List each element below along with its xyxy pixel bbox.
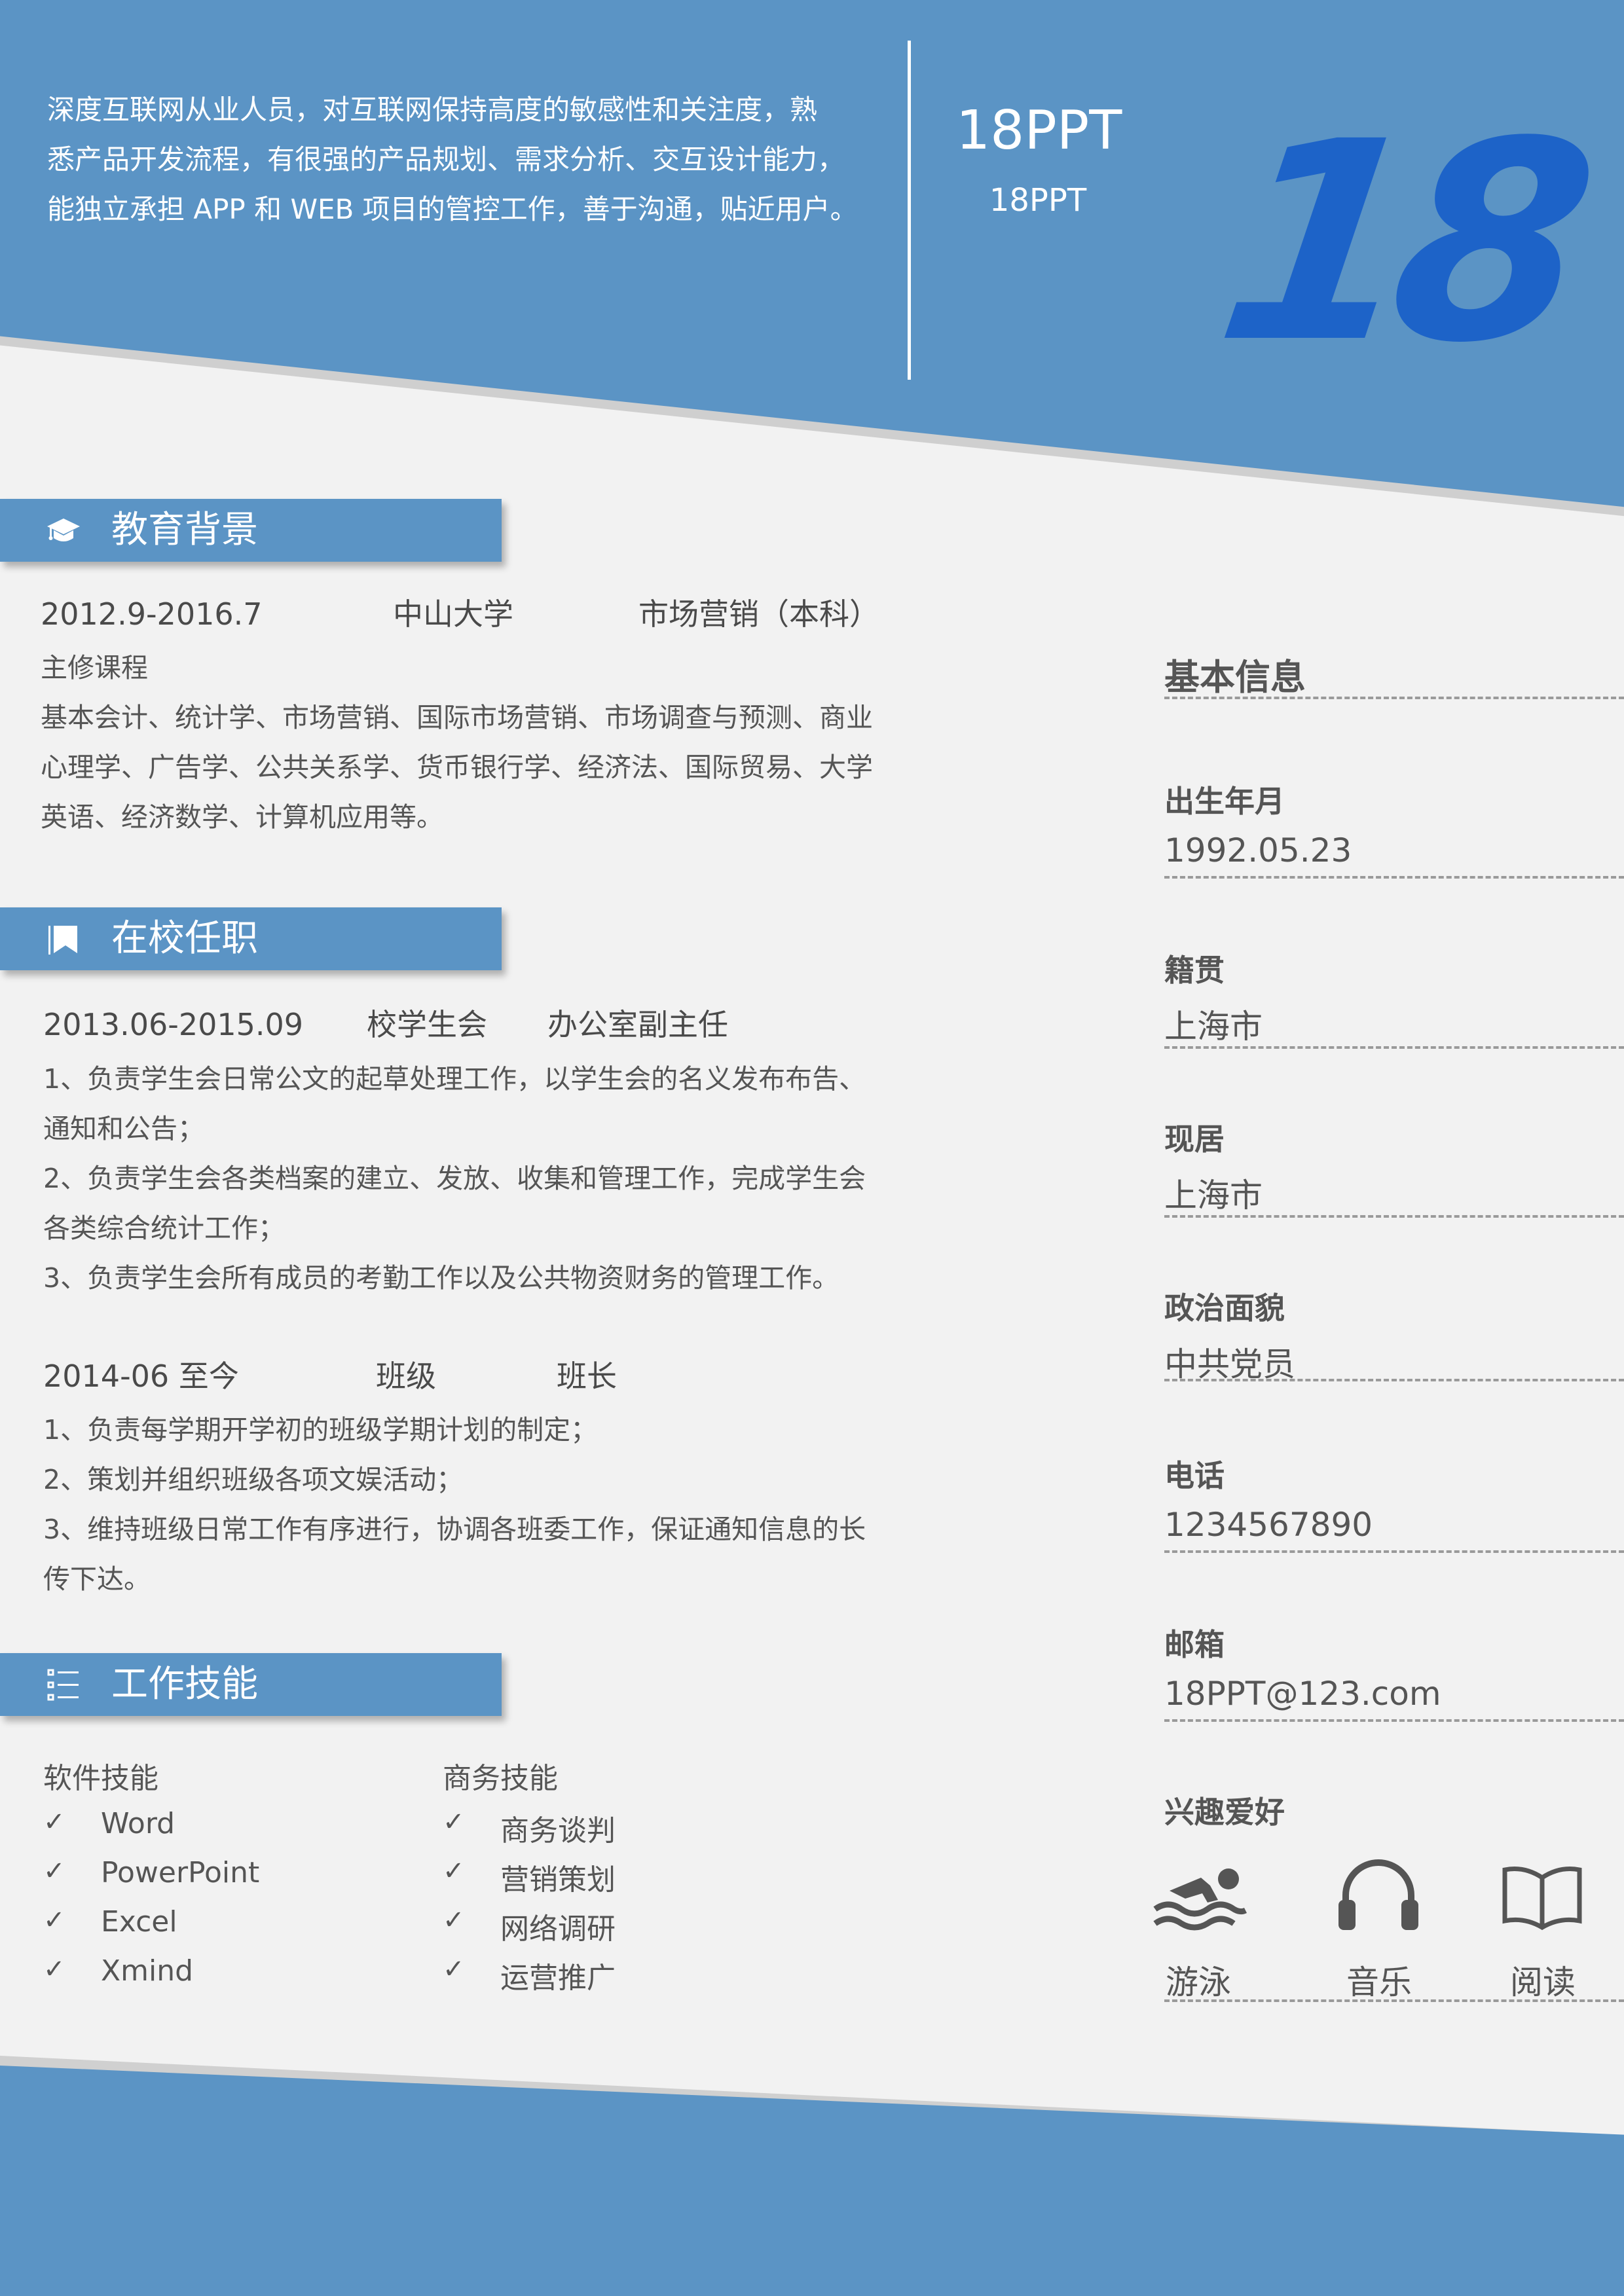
residence-value: 上海市 <box>1164 1176 1263 1214</box>
intro-text: 深度互联网从业人员，对互联网保持高度的敏感性和关注度，熟 悉产品开发流程，有很强… <box>47 85 879 234</box>
email-value: 18PPT@123.com <box>1164 1675 1441 1713</box>
hobby-label: 阅读 <box>1510 1963 1576 2001</box>
education-major: 市场营销（本科） <box>638 596 879 632</box>
open-book-icon <box>1502 1867 1582 1931</box>
list-icon <box>47 1669 79 1701</box>
hobbies-label: 兴趣爱好 <box>1164 1795 1285 1830</box>
job-duties: 1、负责每学期开学初的班级学期计划的制定； 2、策划并组织班级各项文娱活动； 3… <box>43 1405 960 1604</box>
job-duty-line: 2、策划并组织班级各项文娱活动； <box>43 1464 464 1495</box>
divider <box>1164 1719 1624 1722</box>
courses-label: 主修课程 <box>41 652 148 683</box>
check-icon: ✓ <box>443 1856 465 1886</box>
courses-line: 心理学、广告学、公共关系学、货币银行学、经济法、国际贸易、大学 <box>41 752 873 783</box>
education-school: 中山大学 <box>393 596 513 632</box>
bookmark-icon <box>48 926 77 955</box>
courses-line: 英语、经济数学、计算机应用等。 <box>41 801 443 833</box>
check-icon: ✓ <box>43 1905 65 1935</box>
job-duty-line: 2、负责学生会各类档案的建立、发放、收集和管理工作，完成学生会 <box>43 1163 866 1194</box>
job-duty-line: 3、维持班级日常工作有序进行，协调各班委工作，保证通知信息的长 <box>43 1514 866 1545</box>
section-title: 工作技能 <box>111 1663 258 1705</box>
section-header-education: 教育背景 <box>0 499 502 562</box>
info-label: 籍贯 <box>1164 953 1225 988</box>
divider <box>1164 697 1624 699</box>
info-label: 电话 <box>1164 1458 1225 1493</box>
intro-line: 深度互联网从业人员，对互联网保持高度的敏感性和关注度，熟 <box>47 94 818 126</box>
intro-line: 能独立承担 APP 和 WEB 项目的管控工作，善于沟通，贴近用户。 <box>47 193 858 225</box>
resume-name: 18PPT <box>956 100 1122 162</box>
divider <box>1164 876 1624 879</box>
divider <box>1164 1046 1624 1049</box>
section-title: 教育背景 <box>111 509 258 551</box>
job-period: 2013.06-2015.09 <box>43 1007 304 1042</box>
courses-list: 基本会计、统计学、市场营销、国际市场营销、市场调查与预测、商业 心理学、广告学、… <box>41 693 944 842</box>
check-icon: ✓ <box>443 1807 465 1837</box>
birth-date-value: 1992.05.23 <box>1164 831 1352 869</box>
intro-line: 悉产品开发流程，有很强的产品规划、需求分析、交互设计能力， <box>47 143 845 175</box>
job-org: 班级 <box>376 1358 436 1394</box>
hobby-label: 音乐 <box>1346 1963 1412 2001</box>
headphones-icon <box>1338 1859 1418 1930</box>
check-icon: ✓ <box>43 1954 65 1984</box>
education-period: 2012.9-2016.7 <box>41 596 263 632</box>
job-duty-line: 传下达。 <box>43 1563 151 1595</box>
check-icon: ✓ <box>443 1905 465 1935</box>
check-icon: ✓ <box>443 1954 465 1984</box>
header-divider <box>908 41 911 380</box>
software-skills-label: 软件技能 <box>43 1762 158 1795</box>
divider <box>1164 1550 1624 1553</box>
basic-info-title: 基本信息 <box>1164 657 1306 698</box>
resume-subtitle: 18PPT <box>989 182 1087 219</box>
job-org: 校学生会 <box>367 1007 487 1042</box>
job-duty-line: 3、负责学生会所有成员的考勤工作以及公共物资财务的管理工作。 <box>43 1262 840 1294</box>
divider <box>1164 1215 1624 1218</box>
check-icon: ✓ <box>43 1856 65 1886</box>
job-period: 2014-06 至今 <box>43 1358 239 1394</box>
info-label: 邮箱 <box>1164 1627 1225 1662</box>
section-title: 在校任职 <box>111 917 258 960</box>
job-role: 班长 <box>557 1358 617 1394</box>
info-label: 现居 <box>1164 1121 1225 1157</box>
courses-line: 基本会计、统计学、市场营销、国际市场营销、市场调查与预测、商业 <box>41 702 873 733</box>
job-role: 办公室副主任 <box>547 1007 728 1042</box>
job-duty-line: 1、负责学生会日常公文的起草处理工作，以学生会的名义发布布告、 <box>43 1063 866 1095</box>
job-duties: 1、负责学生会日常公文的起草处理工作，以学生会的名义发布布告、 通知和公告； 2… <box>43 1054 960 1303</box>
section-header-skills: 工作技能 <box>0 1653 502 1716</box>
job-duty-line: 各类综合统计工作； <box>43 1212 285 1244</box>
graduation-cap-icon <box>47 519 80 541</box>
info-label: 政治面貌 <box>1164 1290 1285 1326</box>
job-duty-line: 1、负责每学期开学初的班级学期计划的制定； <box>43 1414 598 1446</box>
resume-page: 深度互联网从业人员，对互联网保持高度的敏感性和关注度，熟 悉产品开发流程，有很强… <box>0 0 1624 2296</box>
divider <box>1164 1379 1624 1381</box>
logo: 18 <box>1203 83 1592 403</box>
hobby-label: 游泳 <box>1166 1963 1231 2001</box>
divider <box>1164 1999 1624 2002</box>
section-header-campus: 在校任职 <box>0 907 502 970</box>
swimmer-icon <box>1153 1868 1247 1931</box>
phone-value: 1234567890 <box>1164 1506 1373 1544</box>
business-skills-label: 商务技能 <box>443 1762 558 1795</box>
check-icon: ✓ <box>43 1807 65 1837</box>
footer-banner <box>0 2066 1624 2296</box>
info-label: 出生年月 <box>1164 784 1285 819</box>
native-place-value: 上海市 <box>1164 1008 1263 1046</box>
job-duty-line: 通知和公告； <box>43 1113 204 1144</box>
